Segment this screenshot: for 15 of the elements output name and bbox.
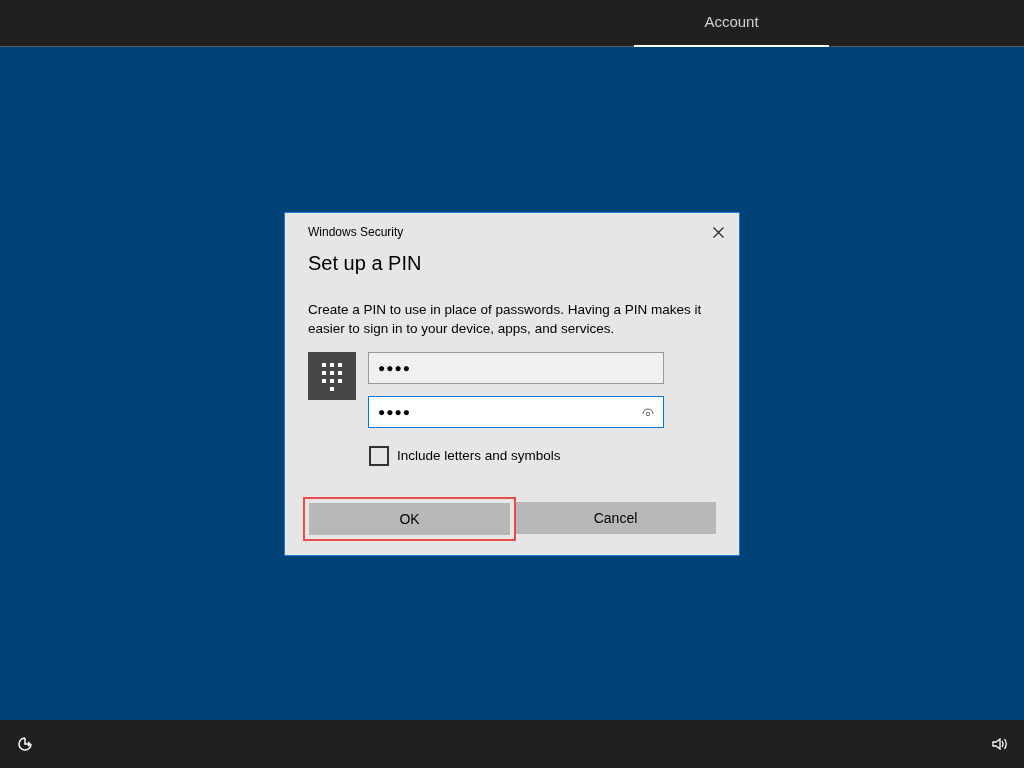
checkbox-label: Include letters and symbols (397, 447, 561, 465)
close-icon (712, 226, 724, 238)
dialog-button[interactable]: Cancel (515, 502, 716, 535)
volume-icon[interactable] (992, 737, 1008, 751)
description-text: Create a PIN to use in place of passwords. Having a PIN makes it easier to sign in to your device, apps, and services. (308, 301, 703, 338)
dialog-button[interactable]: OK (309, 503, 510, 536)
checkbox[interactable] (369, 446, 389, 467)
pin-field[interactable]: ●●●● (368, 352, 664, 384)
reveal-icon[interactable] (642, 407, 654, 417)
account-tab[interactable]: Account (634, 0, 829, 47)
keypad-icon (308, 352, 356, 400)
pin-field[interactable]: ●●●● (368, 396, 664, 428)
dialog-caption: Windows Security (308, 224, 404, 241)
dialog-title: Set up a PIN (308, 251, 423, 276)
accessibility-icon[interactable] (16, 735, 34, 753)
